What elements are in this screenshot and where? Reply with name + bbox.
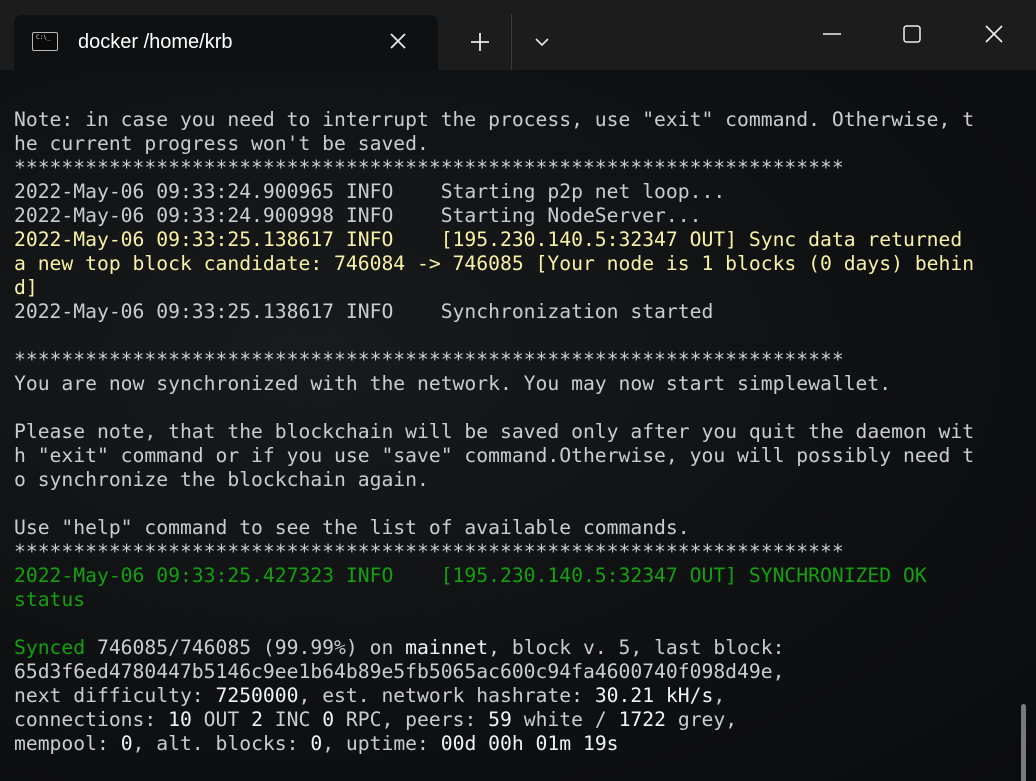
chevron-down-icon[interactable] (532, 32, 552, 52)
terminal-line: connections: 10 OUT 2 INC 0 RPC, peers: … (14, 708, 974, 732)
terminal-text-segment: 2022-May-06 09:33:24.900965 INFO Startin… (14, 180, 726, 203)
minimize-icon[interactable] (818, 20, 846, 48)
terminal-line: 2022-May-06 09:33:24.900998 INFO Startin… (14, 204, 974, 228)
terminal-text-segment: , block v. 5, last block: (488, 636, 785, 659)
terminal-text-segment: , alt. blocks: (132, 732, 311, 755)
terminal-text-segment: he current progress won't be saved. (14, 132, 429, 155)
terminal-text-segment: INC (262, 708, 323, 731)
terminal-line: status (14, 588, 974, 612)
terminal-text-segment: , uptime: (322, 732, 441, 755)
terminal-line: 2022-May-06 09:33:25.427323 INFO [195.23… (14, 564, 974, 588)
terminal-line: Please note, that the blockchain will be… (14, 420, 974, 444)
tab-close-icon[interactable] (386, 29, 410, 53)
terminal-line: 2022-May-06 09:33:25.138617 INFO Synchro… (14, 300, 974, 324)
scrollbar-thumb[interactable] (1021, 704, 1026, 781)
terminal-text-segment: 1722 (618, 708, 666, 731)
tab-title: docker /home/krb (78, 31, 233, 53)
close-window-icon[interactable] (980, 20, 1008, 48)
terminal-line: ****************************************… (14, 348, 974, 372)
terminal-text-segment: ****************************************… (14, 156, 844, 179)
terminal-text-segment: connections: (14, 708, 169, 731)
terminal-line: Note: in case you need to interrupt the … (14, 108, 974, 132)
terminal-line: o synchronize the blockchain again. (14, 468, 974, 492)
terminal-text-segment: 10 (168, 708, 192, 731)
terminal-icon: C:\_ (32, 32, 58, 51)
terminal-line: d] (14, 276, 974, 300)
terminal-text-segment: 65d3f6ed4780447b5146c9ee1b64b89e5fb5065a… (14, 660, 785, 683)
terminal-text-segment: You are now synchronized with the networ… (14, 372, 892, 395)
terminal-text-segment: , (713, 684, 726, 707)
terminal-text-segment: 0 (120, 732, 133, 755)
terminal-text-segment: Synced (14, 636, 86, 659)
terminal-text-segment: 0 (322, 708, 335, 731)
terminal-text-segment: ****************************************… (14, 540, 844, 563)
terminal-text-segment: 2022-May-06 09:33:25.138617 INFO Synchro… (14, 300, 714, 323)
terminal-output[interactable]: Note: in case you need to interrupt the … (0, 70, 1036, 781)
title-bar[interactable]: C:\_ docker /home/krb (0, 0, 1036, 70)
terminal-text-segment: Note: in case you need to interrupt the … (14, 108, 975, 131)
terminal-line: he current progress won't be saved. (14, 132, 974, 156)
terminal-line: a new top block candidate: 746084 -> 746… (14, 252, 974, 276)
terminal-line: Synced 746085/746085 (99.99%) on mainnet… (14, 636, 974, 660)
terminal-text-segment: ****************************************… (14, 348, 844, 371)
terminal-text-segment: 0 (310, 732, 323, 755)
terminal-text-segment: d] (14, 276, 38, 299)
terminal-text-segment: Use "help" command to see the list of av… (14, 516, 690, 539)
terminal-text-segment: next difficulty: (14, 684, 216, 707)
terminal-line: next difficulty: 7250000, est. network h… (14, 684, 974, 708)
terminal-text-segment: white / (511, 708, 619, 731)
terminal-text-segment: a new top block candidate: 746084 -> 746… (14, 252, 975, 275)
terminal-line: 65d3f6ed4780447b5146c9ee1b64b89e5fb5065a… (14, 660, 974, 684)
terminal-text-segment: mainnet (405, 636, 489, 659)
terminal-text-segment: 2022-May-06 09:33:25.427323 INFO [195.23… (14, 564, 927, 587)
terminal-text-segment: 30.21 kH/s (594, 684, 714, 707)
terminal-text-segment: Please note, that the blockchain will be… (14, 420, 975, 443)
new-tab-plus-icon[interactable] (468, 30, 492, 54)
terminal-line: You are now synchronized with the networ… (14, 372, 974, 396)
terminal-line: mempool: 0, alt. blocks: 0, uptime: 00d … (14, 732, 974, 756)
terminal-line: Use "help" command to see the list of av… (14, 516, 974, 540)
terminal-line: 2022-May-06 09:33:24.900965 INFO Startin… (14, 180, 974, 204)
tab-separator (511, 14, 512, 70)
terminal-text-segment: RPC, peers: (334, 708, 489, 731)
terminal-text-segment: 7250000 (215, 684, 299, 707)
terminal-line: 2022-May-06 09:33:25.138617 INFO [195.23… (14, 228, 974, 252)
terminal-text-segment: 2022-May-06 09:33:24.900998 INFO Startin… (14, 204, 702, 227)
terminal-text-segment: grey, (665, 708, 738, 731)
terminal-text-segment: 59 (488, 708, 512, 731)
maximize-icon[interactable] (898, 20, 926, 48)
tab-docker[interactable]: C:\_ docker /home/krb (14, 15, 438, 70)
terminal-line: h "exit" command or if you use "save" co… (14, 444, 974, 468)
terminal-lines: Note: in case you need to interrupt the … (14, 108, 974, 756)
terminal-text-segment: 2 (251, 708, 263, 731)
terminal-text-segment: h "exit" command or if you use "save" co… (14, 444, 975, 467)
terminal-text-segment: 2022-May-06 09:33:25.138617 INFO [195.23… (14, 228, 963, 251)
terminal-line: ****************************************… (14, 540, 974, 564)
terminal-text-segment: status (14, 588, 86, 611)
terminal-text-segment: OUT (191, 708, 252, 731)
terminal-window: C:\_ docker /home/krb Note: in case you … (0, 0, 1036, 781)
terminal-text-segment: 746085/746085 (99.99%) on (85, 636, 406, 659)
terminal-text-segment: mempool: (14, 732, 121, 755)
terminal-text-segment: , est. network hashrate: (298, 684, 595, 707)
terminal-text-segment: 00d 00h 01m 19s (440, 732, 619, 755)
terminal-line: ****************************************… (14, 156, 974, 180)
terminal-text-segment: o synchronize the blockchain again. (14, 468, 429, 491)
